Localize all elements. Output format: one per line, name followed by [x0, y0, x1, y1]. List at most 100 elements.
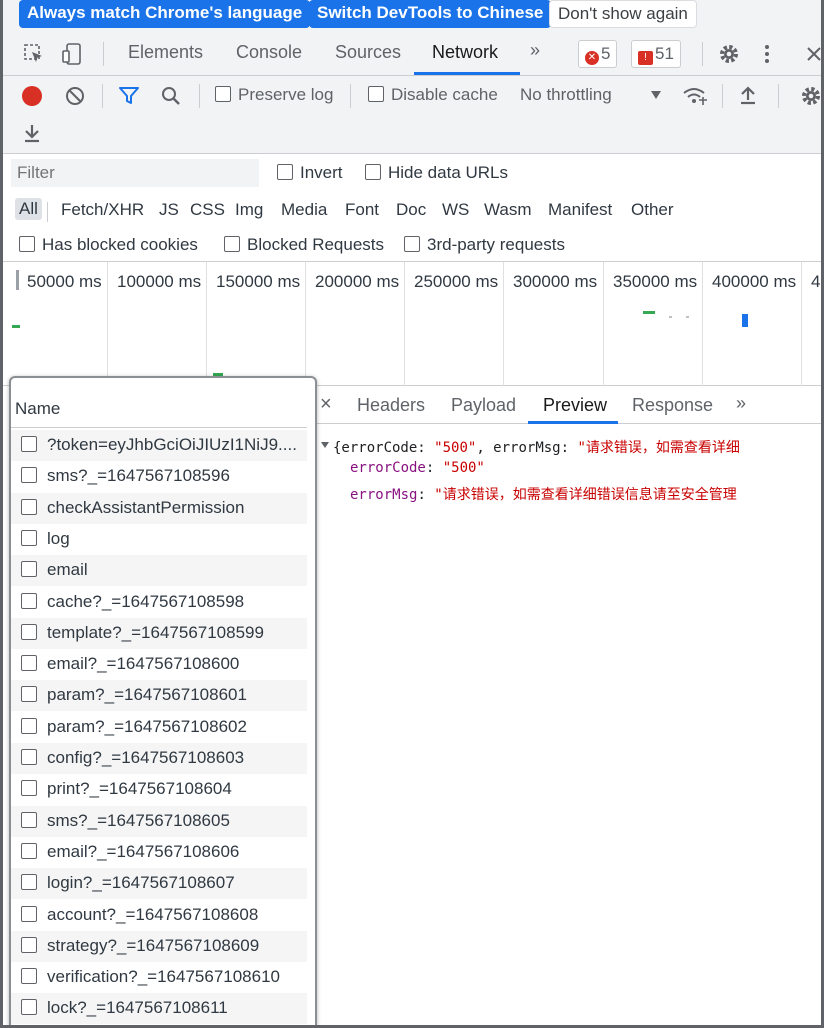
request-checkbox[interactable]: [21, 780, 37, 797]
request-row[interactable]: account?_=1647567108608: [11, 900, 307, 931]
request-checkbox[interactable]: [21, 529, 37, 546]
switch-to-chinese-button[interactable]: Switch DevTools to Chinese: [309, 0, 552, 28]
request-row[interactable]: ?token=eyJhbGciOiJIUzI1NiJ9....: [11, 430, 307, 461]
type-filter-css[interactable]: CSS: [190, 200, 225, 220]
blocked-requests-checkbox[interactable]: Blocked Requests: [224, 235, 384, 255]
filter-icon[interactable]: [118, 86, 140, 106]
export-har-icon[interactable]: [22, 122, 42, 144]
request-row[interactable]: email?_=1647567108600: [11, 649, 307, 680]
request-checkbox[interactable]: [21, 905, 37, 922]
request-checkbox[interactable]: [21, 717, 37, 734]
request-row[interactable]: sms?_=1647567108596: [11, 461, 307, 492]
request-checkbox[interactable]: [21, 436, 37, 452]
import-har-icon[interactable]: [738, 84, 758, 106]
request-checkbox[interactable]: [21, 811, 37, 828]
type-filter-js[interactable]: JS: [159, 200, 179, 220]
tab-console[interactable]: Console: [236, 42, 302, 63]
request-row[interactable]: cache?_=1647567108598: [11, 587, 307, 618]
clear-icon[interactable]: [64, 85, 86, 107]
close-detail-button[interactable]: ×: [320, 393, 332, 416]
network-overview-timeline[interactable]: 50000 ms 100000 ms 150000 ms 200000 ms 2…: [3, 262, 821, 386]
request-row[interactable]: template?_=1647567108599: [11, 617, 307, 649]
checkbox-box[interactable]: [368, 86, 384, 102]
request-row[interactable]: email: [11, 555, 307, 587]
request-checkbox[interactable]: [21, 936, 37, 953]
request-row[interactable]: sms?_=1647567108605: [11, 805, 307, 837]
request-checkbox[interactable]: [21, 467, 37, 484]
checkbox-box[interactable]: [365, 164, 381, 180]
more-options-icon[interactable]: [762, 43, 772, 65]
network-conditions-icon[interactable]: [682, 84, 708, 108]
request-checkbox[interactable]: [21, 623, 37, 640]
request-checkbox[interactable]: [21, 561, 37, 578]
tab-preview[interactable]: Preview: [543, 395, 607, 416]
type-filter-font[interactable]: Font: [345, 200, 379, 220]
request-checkbox[interactable]: [21, 968, 37, 985]
tab-payload[interactable]: Payload: [451, 395, 516, 416]
network-settings-gear-icon[interactable]: [800, 85, 822, 107]
request-row[interactable]: log: [11, 524, 307, 555]
request-checkbox[interactable]: [21, 842, 37, 859]
name-column-header[interactable]: Name: [11, 392, 307, 428]
disable-cache-checkbox[interactable]: Disable cache: [368, 85, 498, 105]
request-row[interactable]: verification?_=1647567108610: [11, 962, 307, 993]
request-checkbox[interactable]: [21, 592, 37, 609]
invert-checkbox[interactable]: Invert: [277, 163, 343, 183]
type-filter-fetch-xhr[interactable]: Fetch/XHR: [61, 200, 144, 220]
request-row[interactable]: param?_=1647567108601: [11, 680, 307, 712]
settings-gear-icon[interactable]: [718, 43, 740, 65]
type-filter-all[interactable]: All: [15, 198, 42, 220]
close-devtools-icon[interactable]: [805, 45, 823, 63]
issue-count-badge[interactable]: ! 51: [631, 40, 681, 68]
request-row[interactable]: strategy?_=1647567108609: [11, 930, 307, 962]
checkbox-box[interactable]: [224, 236, 240, 252]
checkbox-box[interactable]: [19, 236, 35, 252]
request-row[interactable]: config?_=1647567108603: [11, 743, 307, 774]
request-checkbox[interactable]: [21, 749, 37, 765]
always-match-language-button[interactable]: Always match Chrome's language: [19, 0, 311, 28]
search-icon[interactable]: [160, 85, 182, 107]
tab-headers[interactable]: Headers: [357, 395, 425, 416]
record-icon[interactable]: [22, 86, 42, 106]
throttling-select[interactable]: No throttling: [520, 85, 612, 105]
type-filter-media[interactable]: Media: [281, 200, 327, 220]
tab-sources[interactable]: Sources: [335, 42, 401, 63]
type-filter-doc[interactable]: Doc: [396, 200, 426, 220]
type-filter-other[interactable]: Other: [631, 200, 674, 220]
request-checkbox[interactable]: [21, 498, 37, 515]
request-row[interactable]: param?_=1647567108602: [11, 712, 307, 743]
device-toolbar-icon[interactable]: [61, 42, 83, 66]
tab-elements[interactable]: Elements: [128, 42, 203, 63]
chevron-down-icon[interactable]: [650, 90, 662, 100]
preview-summary-line[interactable]: {errorCode: "500", errorMsg: "请求错误，如需查看详…: [333, 437, 740, 457]
expand-triangle-icon[interactable]: [320, 440, 330, 450]
request-checkbox[interactable]: [21, 874, 37, 891]
inspect-element-icon[interactable]: [23, 43, 45, 65]
hide-data-urls-checkbox[interactable]: Hide data URLs: [365, 163, 508, 183]
request-row[interactable]: lock?_=1647567108611: [11, 993, 307, 1025]
error-count-badge[interactable]: ✕ 5: [578, 40, 618, 68]
checkbox-box[interactable]: [277, 164, 293, 180]
request-checkbox[interactable]: [21, 686, 37, 703]
type-filter-wasm[interactable]: Wasm: [484, 200, 532, 220]
third-party-requests-checkbox[interactable]: 3rd-party requests: [404, 235, 565, 255]
dont-show-again-button[interactable]: Don't show again: [549, 0, 697, 28]
request-checkbox[interactable]: [21, 999, 37, 1016]
more-tabs-button[interactable]: »: [530, 40, 540, 61]
type-filter-img[interactable]: Img: [235, 200, 263, 220]
preserve-log-checkbox[interactable]: Preserve log: [215, 85, 333, 105]
type-filter-ws[interactable]: WS: [442, 200, 469, 220]
type-filter-manifest[interactable]: Manifest: [548, 200, 612, 220]
request-row[interactable]: login?_=1647567108607: [11, 868, 307, 900]
tab-network[interactable]: Network: [432, 42, 498, 63]
checkbox-box[interactable]: [215, 86, 231, 102]
request-row[interactable]: email?_=1647567108606: [11, 837, 307, 868]
tab-response[interactable]: Response: [632, 395, 713, 416]
checkbox-box[interactable]: [404, 236, 420, 252]
filter-input[interactable]: [11, 159, 259, 187]
request-checkbox[interactable]: [21, 655, 37, 672]
request-row[interactable]: print?_=1647567108604: [11, 774, 307, 805]
has-blocked-cookies-checkbox[interactable]: Has blocked cookies: [19, 235, 198, 255]
request-row[interactable]: checkAssistantPermission: [11, 492, 307, 524]
more-detail-tabs-button[interactable]: »: [736, 393, 746, 414]
